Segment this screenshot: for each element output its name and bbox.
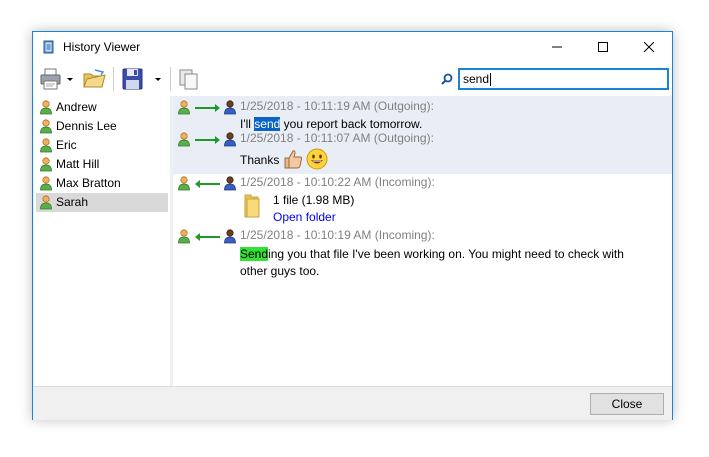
message-text-continued[interactable]: other guys too.	[240, 264, 319, 278]
minimize-icon	[552, 46, 562, 48]
contact-person-icon	[40, 157, 52, 172]
close-button[interactable]: Close	[590, 393, 664, 415]
message-text[interactable]: I'll send you report back tomorrow.	[240, 117, 422, 131]
message-history[interactable]: 1/25/2018 - 10:11:19 AM (Outgoing): I'll…	[173, 96, 672, 386]
contact-person-icon	[40, 138, 52, 153]
maximize-icon	[598, 42, 608, 52]
contact-person-icon	[40, 176, 52, 191]
print-button[interactable]	[39, 66, 63, 92]
message-text-part: ing you that file I've been working on. …	[268, 247, 624, 261]
message-header: 1/25/2018 - 10:11:07 AM (Outgoing):	[240, 131, 434, 145]
maximize-button[interactable]	[580, 32, 626, 62]
contact-item-andrew[interactable]: Andrew	[36, 98, 168, 117]
save-options-dropdown[interactable]	[153, 66, 163, 92]
contact-list[interactable]: Andrew Dennis Lee Eric Matt Hill Max Bra…	[34, 96, 171, 386]
open-folder-link[interactable]: Open folder	[273, 210, 336, 224]
contact-name: Andrew	[56, 100, 97, 114]
message-header: 1/25/2018 - 10:10:22 AM (Incoming):	[240, 175, 435, 189]
minimize-button[interactable]	[534, 32, 580, 62]
toolbar: send	[33, 62, 672, 96]
contact-person-icon	[40, 100, 52, 115]
toolbar-separator	[113, 67, 114, 91]
contact-name: Dennis Lee	[56, 119, 117, 133]
smiley-icon	[306, 148, 328, 170]
contact-item-sarah[interactable]: Sarah	[36, 193, 168, 212]
search-match-highlight: Send	[240, 247, 269, 261]
message-header: 1/25/2018 - 10:10:19 AM (Incoming):	[240, 228, 435, 242]
incoming-direction-icon	[178, 176, 236, 191]
search-input-value: send	[463, 72, 490, 86]
close-window-button[interactable]	[626, 32, 672, 62]
title-bar[interactable]: History Viewer	[33, 32, 672, 62]
contact-item-matt-hill[interactable]: Matt Hill	[36, 155, 168, 174]
folder-icon	[244, 194, 260, 218]
chevron-down-icon	[67, 78, 73, 81]
message-header: 1/25/2018 - 10:11:19 AM (Outgoing):	[240, 99, 434, 113]
history-book-icon	[43, 40, 54, 54]
text-caret	[490, 73, 492, 87]
print-options-dropdown[interactable]	[65, 66, 75, 92]
contact-item-max-bratton[interactable]: Max Bratton	[36, 174, 168, 193]
toolbar-separator	[170, 67, 171, 91]
message-text[interactable]: Thanks	[240, 153, 279, 167]
dialog-footer: Close	[33, 386, 672, 420]
contact-name: Sarah	[56, 195, 89, 209]
contact-item-eric[interactable]: Eric	[36, 136, 168, 155]
close-icon	[644, 42, 654, 52]
floppy-disk-icon	[122, 68, 143, 90]
history-viewer-window: History Viewer send Andrew Dennis Lee Er…	[32, 31, 673, 420]
contact-person-icon	[40, 119, 52, 134]
outgoing-direction-icon	[178, 100, 236, 115]
save-button[interactable]	[121, 66, 145, 92]
contact-item-dennis-lee[interactable]: Dennis Lee	[36, 117, 168, 136]
outgoing-direction-icon	[178, 132, 236, 147]
contact-name: Max Bratton	[56, 176, 121, 190]
contact-name: Matt Hill	[56, 157, 100, 171]
open-button[interactable]	[81, 66, 107, 92]
message-text-part: you report back tomorrow.	[280, 117, 423, 131]
message-text[interactable]: Sending you that file I've been working …	[240, 247, 624, 261]
search-input[interactable]: send	[458, 68, 669, 90]
copy-button[interactable]	[177, 66, 201, 92]
contact-name: Eric	[56, 138, 77, 152]
thumbs-up-icon	[284, 150, 303, 169]
contact-person-icon	[40, 195, 52, 210]
copy-icon	[179, 69, 198, 90]
printer-icon	[40, 68, 61, 90]
search-match-highlight: send	[254, 117, 281, 131]
message-text-part: I'll	[240, 117, 255, 131]
search-icon	[441, 73, 453, 85]
incoming-direction-icon	[178, 229, 236, 244]
window-title: History Viewer	[63, 40, 141, 54]
file-info: 1 file (1.98 MB)	[273, 193, 355, 207]
chevron-down-icon	[155, 78, 161, 81]
open-folder-icon	[83, 69, 106, 88]
